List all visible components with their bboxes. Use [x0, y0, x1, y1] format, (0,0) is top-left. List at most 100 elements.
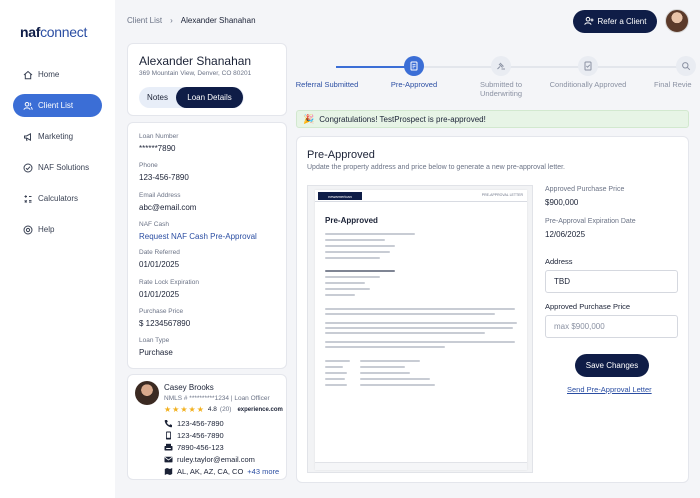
field-label: Phone: [139, 162, 158, 169]
experience-logo: experience.com: [237, 406, 283, 413]
officer-phone-1[interactable]: 123-456-7890: [164, 419, 224, 428]
sidebar: nafconnect Home Client List Marketing NA…: [0, 0, 115, 498]
step-label: Submitted to Underwriting: [479, 80, 523, 98]
email-text: ruley.taylor@email.com: [177, 455, 255, 464]
breadcrumb-parent[interactable]: Client List: [127, 16, 162, 25]
sidebar-item-client-list[interactable]: Client List: [13, 94, 102, 117]
send-letter-link[interactable]: Send Pre-Approval Letter: [567, 385, 652, 394]
address-input[interactable]: TBD: [545, 270, 678, 293]
approved-purchase-price: Approved Purchase Price $900,000: [545, 186, 624, 207]
phone-icon: [164, 419, 173, 428]
letter-footer: [315, 462, 527, 470]
field-label: Email Address: [139, 192, 181, 199]
step-final-review: Final Revie: [634, 56, 700, 89]
step-label: Conditionally Approved: [549, 80, 627, 89]
rating-score: 4.8: [207, 406, 217, 413]
letter-brand: newamerican: [318, 192, 362, 200]
letter-text-line: [325, 270, 395, 272]
letter-page: newamerican PRE-APPROVAL LETTER Pre-Appr…: [315, 190, 527, 470]
letter-text-line: [360, 378, 430, 380]
check-circle-icon: [23, 163, 33, 173]
more-states-link[interactable]: +43 more: [247, 467, 279, 476]
fax-icon: [164, 443, 173, 452]
sidebar-item-label: NAF Solutions: [38, 163, 90, 172]
sidebar-item-marketing[interactable]: Marketing: [13, 125, 102, 148]
price-input-label: Approved Purchase Price: [545, 302, 631, 311]
purchase-price-input[interactable]: max $900,000: [545, 315, 678, 338]
officer-phone-2[interactable]: 123-456-7890: [164, 431, 224, 440]
field-naf-cash: NAF Cash Request NAF Cash Pre-Approval: [139, 221, 257, 241]
letter-text-line: [325, 257, 380, 259]
breadcrumb: Client List › Alexander Shanahan: [127, 16, 256, 25]
letter-text-line: [325, 282, 365, 284]
save-changes-button[interactable]: Save Changes: [575, 354, 649, 377]
field-rate-lock-expiration: Rate Lock Expiration 01/01/2025: [139, 279, 199, 299]
logo-naf: naf: [20, 24, 41, 40]
field-label: NAF Cash: [139, 221, 169, 228]
underwriting-icon: [491, 56, 511, 76]
sidebar-item-home[interactable]: Home: [13, 63, 102, 86]
sidebar-item-calculators[interactable]: Calculators: [13, 187, 102, 210]
sidebar-item-help[interactable]: Help: [13, 218, 102, 241]
map-icon: [164, 467, 173, 476]
sidebar-item-label: Home: [38, 70, 60, 79]
letter-text-line: [325, 294, 355, 296]
letter-text-line: [325, 360, 350, 362]
letter-text-line: [325, 276, 380, 278]
logo[interactable]: nafconnect: [20, 24, 87, 40]
field-value: 123-456-7890: [139, 173, 189, 182]
star-icon: ★: [180, 405, 188, 414]
phone-3-text: 7890-456-123: [177, 443, 224, 452]
magnifier-icon: [676, 56, 696, 76]
field-date-referred: Date Referred 01/01/2025: [139, 249, 180, 269]
officer-avatar: [135, 381, 159, 405]
field-label: Rate Lock Expiration: [139, 279, 199, 286]
address-label: Address: [545, 257, 573, 266]
tab-notes[interactable]: Notes: [139, 87, 176, 108]
letter-text-line: [325, 366, 343, 368]
officer-fax: 7890-456-123: [164, 443, 224, 452]
client-name: Alexander Shanahan: [139, 54, 252, 68]
home-icon: [23, 70, 33, 80]
letter-text-line: [325, 322, 517, 324]
pre-approval-panel: Pre-Approved Update the property address…: [296, 136, 689, 483]
avatar[interactable]: [665, 9, 689, 33]
tab-loan-details[interactable]: Loan Details: [176, 87, 243, 108]
phone-2-text: 123-456-7890: [177, 431, 224, 440]
refer-client-button[interactable]: Refer a Client: [573, 10, 657, 33]
add-user-icon: [583, 16, 594, 28]
field-label: Date Referred: [139, 249, 180, 256]
letter-text-line: [325, 251, 390, 253]
letter-header: newamerican PRE-APPROVAL LETTER: [315, 190, 527, 202]
loan-details-card: Loan Number ******7890 Phone 123-456-789…: [127, 122, 287, 369]
officer-email[interactable]: ruley.taylor@email.com: [164, 455, 255, 464]
sidebar-item-naf-solutions[interactable]: NAF Solutions: [13, 156, 102, 179]
star-rating: ★★★★★: [164, 405, 205, 414]
field-value: 01/01/2025: [139, 260, 180, 269]
request-naf-cash-link[interactable]: Request NAF Cash Pre-Approval: [139, 232, 257, 241]
letter-text-line: [325, 233, 415, 235]
step-label: Referral Submitted: [295, 80, 359, 89]
profile-tab-switch: Notes Loan Details: [139, 87, 244, 108]
phone-1-text: 123-456-7890: [177, 419, 224, 428]
chevron-right-icon: ›: [170, 16, 173, 25]
letter-preview[interactable]: newamerican PRE-APPROVAL LETTER Pre-Appr…: [307, 185, 533, 473]
letter-text-line: [325, 332, 485, 334]
field-value: 01/01/2025: [139, 290, 180, 299]
letter-text-line: [325, 313, 495, 315]
banner-text: Congratulations! TestProspect is pre-app…: [319, 114, 486, 124]
step-referral-submitted: Referral Submitted: [287, 56, 367, 89]
step-pre-approved: Pre-Approved: [374, 56, 454, 89]
users-icon: [23, 101, 33, 111]
panel-subtitle: Update the property address and price be…: [307, 164, 565, 171]
step-conditionally-approved: Conditionally Approved: [548, 56, 628, 89]
field-value: ******7890: [139, 144, 176, 153]
party-icon: 🎉: [303, 113, 315, 124]
help-icon: [23, 225, 33, 235]
officer-name: Casey Brooks: [164, 383, 214, 392]
step-submitted-underwriting: Submitted to Underwriting: [461, 56, 541, 98]
letter-text-line: [325, 245, 395, 247]
field-label: Loan Number: [139, 133, 179, 140]
mobile-icon: [164, 431, 173, 440]
document-icon: [404, 56, 424, 76]
